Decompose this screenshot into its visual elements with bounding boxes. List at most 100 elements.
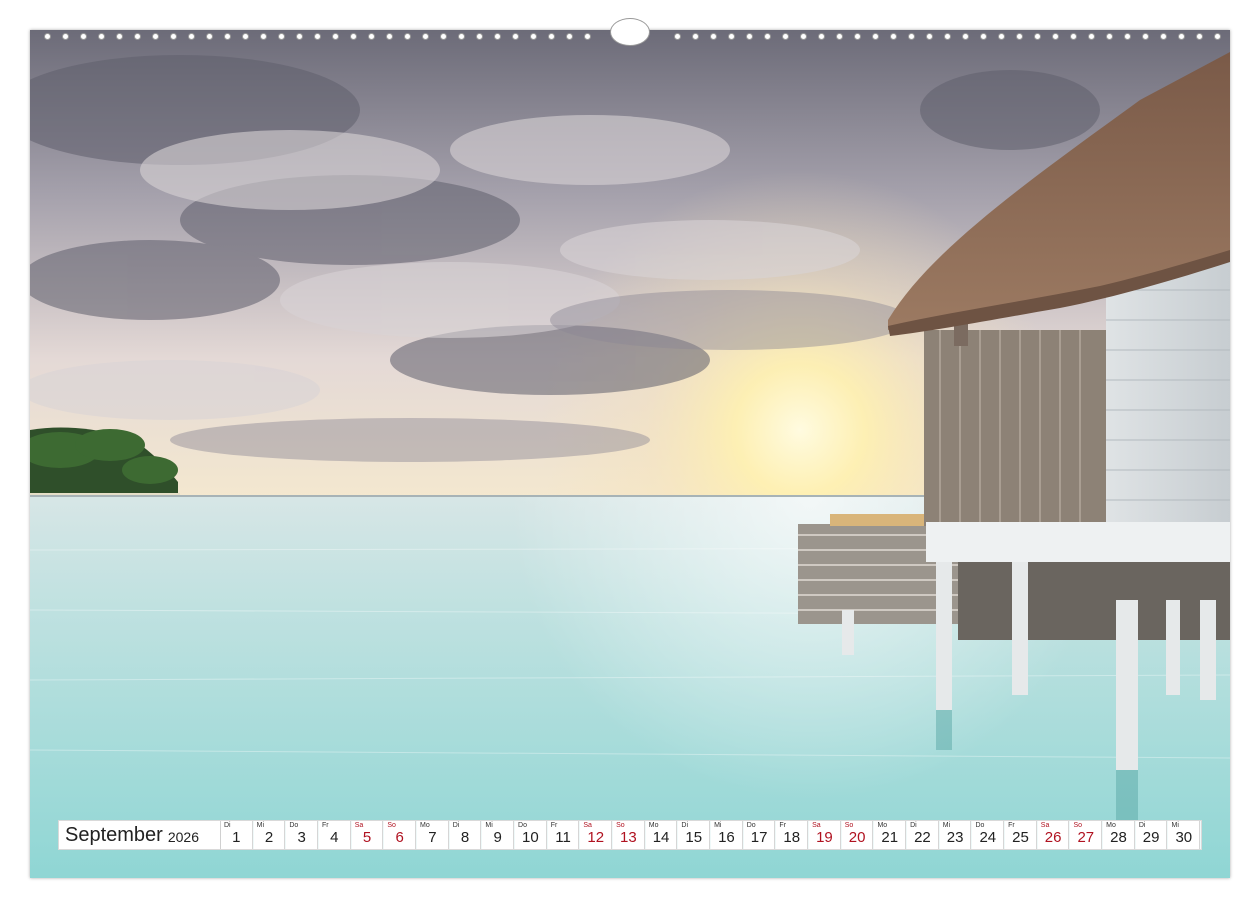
day-number: 9 [493, 829, 502, 846]
weekday-label: Di [681, 822, 689, 829]
weekday-label: Mi [714, 822, 722, 829]
calendar-day: Di 15 [678, 821, 711, 849]
binding-hole [1214, 33, 1221, 40]
calendar-day: So 13 [613, 821, 645, 849]
binding-hole [926, 33, 933, 40]
calendar-day: Mo 14 [645, 821, 678, 849]
weekday-label: Mi [485, 822, 493, 829]
binding-hole [494, 33, 501, 40]
day-number: 25 [1012, 829, 1029, 846]
day-number: 30 [1175, 829, 1193, 846]
calendar-day: Fr 4 [319, 821, 351, 849]
weekday-label: So [844, 822, 854, 829]
binding-hole [386, 33, 393, 40]
binding-hole [62, 33, 69, 40]
calendar-strip: September 2026 Di 1 Mi 2 Do 3 Fr 4 Sa 5 So 6 Mo 7 Di 8 M… [58, 820, 1202, 850]
binding-hole [530, 33, 537, 40]
binding-hole [854, 33, 861, 40]
day-number: 12 [587, 829, 605, 846]
binding-hole [44, 33, 51, 40]
binding-hole [944, 33, 951, 40]
day-number: 16 [718, 829, 735, 846]
day-number: 15 [685, 829, 703, 846]
calendar-day: Mi 30 [1168, 821, 1201, 849]
binding-hole [980, 33, 987, 40]
binding-hole [872, 33, 879, 40]
weekday-label: Sa [354, 822, 364, 829]
binding-hole [782, 33, 789, 40]
calendar-day: So 6 [384, 821, 417, 849]
day-number: 28 [1110, 829, 1127, 846]
calendar-day: Di 22 [907, 821, 939, 849]
weekday-label: Mo [877, 822, 888, 829]
calendar-day: Mi 2 [253, 821, 286, 849]
binding-hole [962, 33, 969, 40]
calendar-day: Sa 26 [1037, 821, 1070, 849]
day-number: 2 [264, 829, 274, 846]
weekday-label: Mo [1106, 822, 1116, 829]
binding-hole [422, 33, 429, 40]
day-number: 14 [652, 829, 670, 846]
day-number: 17 [750, 829, 768, 846]
binding-hole [512, 33, 519, 40]
calendar-day: Sa 12 [580, 821, 613, 849]
day-number: 18 [783, 829, 801, 846]
binding-hole [1016, 33, 1023, 40]
binding-hole [566, 33, 573, 40]
weekday-label: Fr [1008, 822, 1015, 829]
day-number: 19 [816, 829, 833, 846]
binding-hole [98, 33, 105, 40]
calendar-day: Sa 19 [809, 821, 841, 849]
day-number: 10 [522, 829, 539, 846]
binding-hole [404, 33, 411, 40]
binding-hole [1196, 33, 1203, 40]
binding-hole [692, 33, 699, 40]
day-number: 21 [881, 829, 899, 846]
binding-hole [152, 33, 159, 40]
calendar-day: Mo 28 [1103, 821, 1135, 849]
calendar-day: Do 17 [743, 821, 776, 849]
calendar-day: Do 3 [286, 821, 319, 849]
calendar-day: Mi 9 [482, 821, 515, 849]
binding-hole [908, 33, 915, 40]
day-number: 22 [914, 829, 931, 846]
weekday-label: Do [975, 822, 985, 829]
calendar-day: Di 1 [221, 821, 253, 849]
binding-hole [800, 33, 807, 40]
day-number: 5 [362, 829, 372, 846]
day-number: 29 [1142, 829, 1160, 846]
binding-hole [998, 33, 1005, 40]
binding-hole [1106, 33, 1113, 40]
weekday-label: Di [1138, 822, 1146, 829]
binding-hole [188, 33, 195, 40]
month-year: 2026 [167, 829, 199, 845]
calendar-day: Di 29 [1135, 821, 1168, 849]
binding-hole [818, 33, 825, 40]
binding-hole [260, 33, 267, 40]
calendar-day: So 20 [841, 821, 874, 849]
calendar-day: Fr 11 [547, 821, 580, 849]
weekday-label: Mo [648, 822, 659, 829]
binding-hole [584, 33, 591, 40]
weekday-label: So [387, 822, 396, 829]
weekday-label: Di [452, 822, 460, 829]
weekday-label: Di [224, 822, 231, 829]
weekday-label: Sa [583, 822, 592, 829]
weekday-label: Do [289, 822, 299, 829]
day-number: 13 [620, 829, 637, 846]
day-number: 4 [330, 829, 339, 846]
binding-hole [242, 33, 249, 40]
calendar-day: Do 24 [972, 821, 1005, 849]
calendar-day: Mo 21 [874, 821, 907, 849]
binding-hole [890, 33, 897, 40]
calendar-day: Sa 5 [351, 821, 384, 849]
binding-hole [674, 33, 681, 40]
day-number: 8 [460, 829, 470, 846]
day-number: 23 [946, 829, 964, 846]
weekday-label: Do [746, 822, 756, 829]
weekday-label: Fr [779, 822, 787, 829]
binding-hole [1124, 33, 1131, 40]
binding-hole [134, 33, 141, 40]
calendar-day: So 27 [1070, 821, 1103, 849]
binding-hole [548, 33, 555, 40]
